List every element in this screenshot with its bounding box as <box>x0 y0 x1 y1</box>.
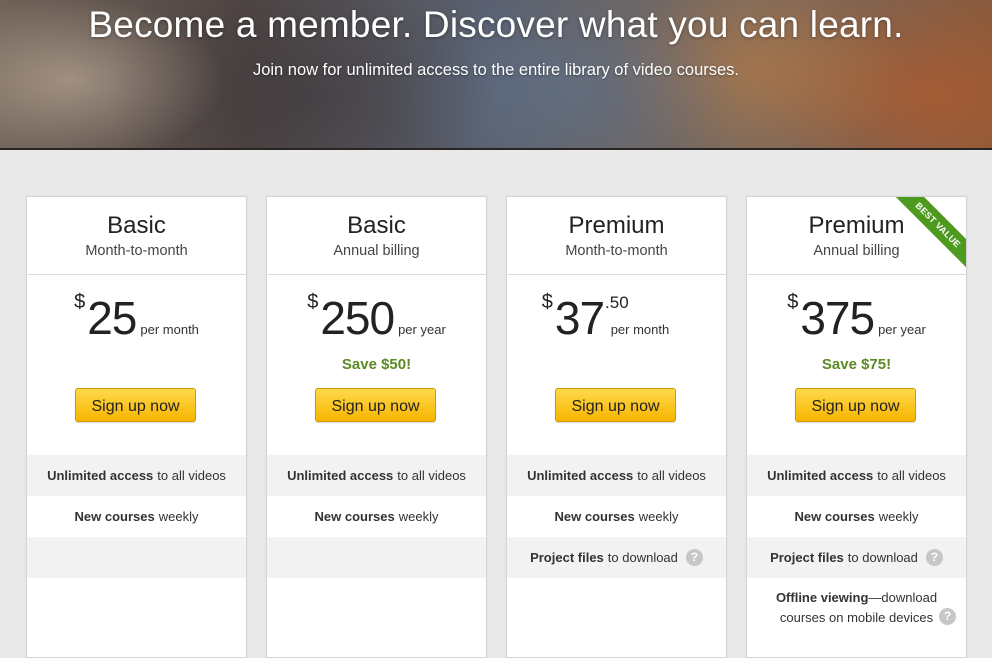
plan-name: Premium <box>568 212 665 239</box>
price-amount: 375 <box>800 292 875 344</box>
feature-unlimited-access: Unlimited access to all videos <box>267 455 486 496</box>
feature-project-files: Project files to download? <box>507 537 726 578</box>
feature-label: Offline viewing <box>775 590 869 605</box>
feature-label: Project files <box>530 550 604 565</box>
hero-banner: Become a member. Discover what you can l… <box>0 0 992 150</box>
price: $250 per year <box>267 291 486 344</box>
feature-new-courses: New courses weekly <box>507 496 726 537</box>
price-currency: $ <box>307 291 319 313</box>
hero-subtitle: Join now for unlimited access to the ent… <box>252 61 740 79</box>
feature-offline-viewing: Offline viewing—download courses on mobi… <box>747 578 966 646</box>
plan-header: Basic Annual billing <box>267 197 486 275</box>
price: $375 per year <box>747 291 966 344</box>
price-amount: 37 <box>554 292 605 344</box>
feature-line-2: courses on mobile devices <box>779 610 934 625</box>
feature-empty <box>27 537 246 578</box>
feature-unlimited-access: Unlimited access to all videos <box>27 455 246 496</box>
feature-label: Project files <box>770 550 844 565</box>
feature-text: to all videos <box>157 468 226 483</box>
feature-text: to all videos <box>397 468 466 483</box>
feature-project-files: Project files to download? <box>747 537 966 578</box>
feature-text: to all videos <box>877 468 946 483</box>
feature-new-courses: New courses weekly <box>27 496 246 537</box>
feature-text: weekly <box>878 509 919 524</box>
sign-up-button[interactable]: Sign up now <box>315 388 436 422</box>
feature-line-1: Offline viewing—download <box>747 588 966 608</box>
plan-billing: Month-to-month <box>85 243 188 259</box>
plan-card-premium-monthly: Premium Month-to-month $37.50 per month S… <box>506 196 727 658</box>
sign-up-button[interactable]: Sign up now <box>795 388 916 422</box>
sign-up-button[interactable]: Sign up now <box>555 388 676 422</box>
feature-label: New courses <box>794 509 875 524</box>
savings-label: Save $75! <box>821 356 892 373</box>
plan-name: Basic <box>347 212 406 239</box>
price-cents: .50 <box>605 293 629 312</box>
feature-label: Unlimited access <box>767 468 874 483</box>
hero-title: Become a member. Discover what you can l… <box>88 4 904 45</box>
feature-label: Unlimited access <box>47 468 154 483</box>
price-period: per year <box>398 322 446 337</box>
price: $37.50 per month <box>507 291 726 344</box>
plan-billing: Month-to-month <box>565 243 668 259</box>
plan-header: Premium Month-to-month <box>507 197 726 275</box>
help-icon[interactable]: ? <box>939 608 956 625</box>
price-amount: 250 <box>320 292 395 344</box>
feature-label: New courses <box>554 509 635 524</box>
plan-card-premium-annual: BEST VALUE Premium Annual billing $375 pe… <box>746 196 967 658</box>
plan-billing: Annual billing <box>333 243 420 259</box>
feature-new-courses: New courses weekly <box>267 496 486 537</box>
price-area: $37.50 per month Sign up now <box>507 275 726 455</box>
price-amount: 25 <box>87 292 137 344</box>
price-currency: $ <box>787 291 799 313</box>
plan-card-basic-annual: Basic Annual billing $250 per year Save $… <box>266 196 487 658</box>
feature-unlimited-access: Unlimited access to all videos <box>507 455 726 496</box>
feature-text: weekly <box>158 509 199 524</box>
feature-empty <box>267 537 486 578</box>
feature-text: to all videos <box>637 468 706 483</box>
feature-unlimited-access: Unlimited access to all videos <box>747 455 966 496</box>
price-area: $25 per month Sign up now <box>27 275 246 455</box>
feature-text: to download <box>847 550 918 565</box>
price-period: per year <box>878 322 926 337</box>
feature-new-courses: New courses weekly <box>747 496 966 537</box>
feature-label: New courses <box>314 509 395 524</box>
help-icon[interactable]: ? <box>925 549 943 566</box>
plan-card-basic-monthly: Basic Month-to-month $25 per month Sign u… <box>26 196 247 658</box>
price-currency: $ <box>541 291 553 313</box>
price-period: per month <box>140 322 199 337</box>
price-currency: $ <box>74 291 86 313</box>
best-value-ribbon: BEST VALUE <box>890 197 966 273</box>
feature-text: to download <box>607 550 678 565</box>
feature-label: New courses <box>74 509 155 524</box>
price-area: $375 per year Save $75! Sign up now <box>747 275 966 455</box>
feature-label: Unlimited access <box>527 468 634 483</box>
price: $25 per month <box>27 291 246 344</box>
price-period: per month <box>610 322 670 337</box>
savings-label: Save $50! <box>341 356 412 373</box>
plan-name: Basic <box>107 212 166 239</box>
plan-header: Basic Month-to-month <box>27 197 246 275</box>
help-icon[interactable]: ? <box>685 549 703 566</box>
feature-label: Unlimited access <box>287 468 394 483</box>
sign-up-button[interactable]: Sign up now <box>75 388 196 422</box>
feature-text: weekly <box>398 509 439 524</box>
feature-text: weekly <box>638 509 679 524</box>
ribbon-label: BEST VALUE <box>890 197 966 273</box>
feature-text: —download <box>868 590 938 605</box>
price-area: $250 per year Save $50! Sign up now <box>267 275 486 455</box>
